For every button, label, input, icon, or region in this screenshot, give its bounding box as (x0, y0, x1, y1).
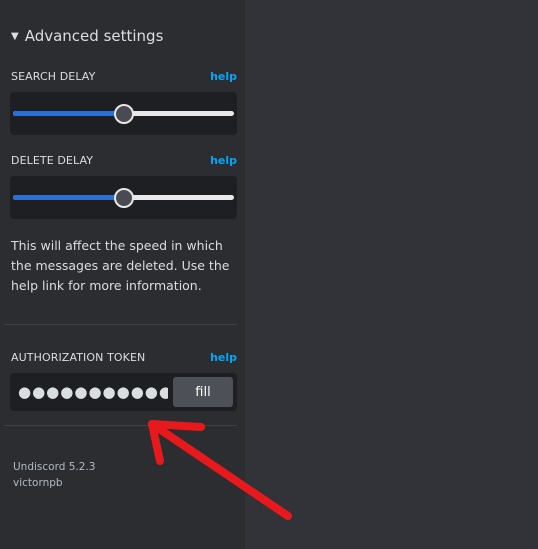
delay-info-text: This will affect the speed in which the … (11, 238, 230, 293)
delete-delay-slider-fill (13, 195, 124, 200)
search-delay-label-row: SEARCH DELAY help (11, 68, 237, 84)
search-delay-label: SEARCH DELAY (11, 69, 96, 83)
settings-sidebar: ▼ Advanced settings SEARCH DELAY help DE… (0, 0, 245, 549)
delete-delay-label-row: DELETE DELAY help (11, 152, 237, 168)
delete-delay-slider-thumb[interactable] (113, 188, 134, 208)
main-content-area (245, 0, 538, 549)
authorization-token-label: AUTHORIZATION TOKEN (11, 350, 146, 364)
footer: Undiscord 5.2.3 victornpb (13, 459, 95, 491)
authorization-token-help-link[interactable]: help (210, 351, 237, 364)
authorization-token-box: ●●●●●●●●●●●●●●●●●●●●●● fill (10, 373, 237, 411)
search-delay-help-link[interactable]: help (210, 70, 237, 83)
author-name: victornpb (13, 477, 63, 489)
divider (4, 324, 237, 325)
caret-down-icon: ▼ (11, 30, 19, 42)
delete-delay-label: DELETE DELAY (11, 153, 94, 167)
app-version: Undiscord 5.2.3 (13, 461, 96, 473)
advanced-settings-title: Advanced settings (24, 27, 164, 45)
app-window: ▼ Advanced settings SEARCH DELAY help DE… (0, 0, 538, 549)
fill-token-button[interactable]: fill (173, 377, 233, 407)
delete-delay-help-link[interactable]: help (210, 154, 237, 167)
delete-delay-slider-box (10, 176, 237, 219)
search-delay-slider-box (10, 92, 237, 135)
search-delay-slider-fill (13, 111, 124, 116)
authorization-token-input[interactable]: ●●●●●●●●●●●●●●●●●●●●●● (18, 382, 168, 402)
divider (4, 425, 237, 426)
authorization-token-label-row: AUTHORIZATION TOKEN help (11, 349, 237, 365)
advanced-settings-toggle[interactable]: ▼ Advanced settings (11, 26, 163, 46)
search-delay-slider-thumb[interactable] (113, 104, 134, 124)
